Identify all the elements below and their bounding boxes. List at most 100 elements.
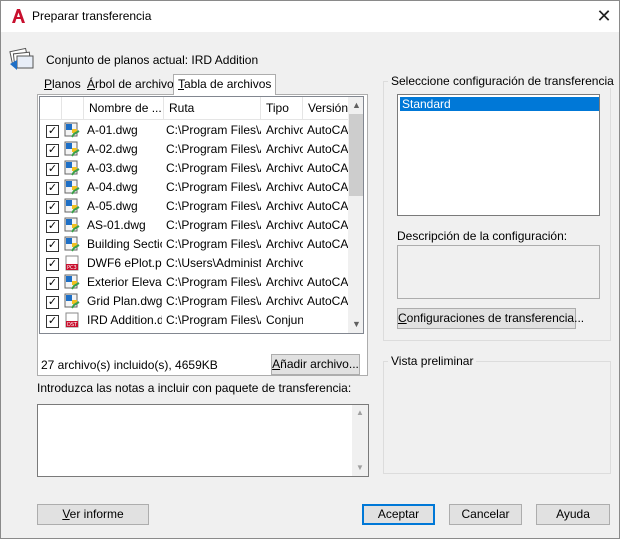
- close-button[interactable]: ✕: [589, 3, 619, 30]
- table-row[interactable]: ✓ A-02.dwg C:\Program Files\Au Archivo AutoC…: [40, 140, 348, 159]
- table-row[interactable]: ✓ A-05.dwg C:\Program Files\Au Archivo AutoC…: [40, 197, 348, 216]
- file-table[interactable]: Nombre de ... Ruta Tipo Versión ✓ A-01.dw…: [39, 96, 364, 334]
- include-checkbox[interactable]: ✓: [46, 315, 59, 328]
- cell-name: Grid Plan.dwg: [87, 294, 162, 308]
- cell-path: C:\Program Files\Au: [166, 237, 261, 251]
- cell-type: Archivo: [266, 123, 303, 137]
- cell-path: C:\Program Files\Au: [166, 142, 261, 156]
- include-checkbox[interactable]: ✓: [46, 258, 59, 271]
- table-row[interactable]: ✓ PC3 DWF6 ePlot.pc3 C:\Users\Administra Arc…: [40, 254, 348, 273]
- title-bar[interactable]: Preparar transferencia ✕: [1, 1, 619, 32]
- cell-version: AutoCAD: [307, 218, 348, 232]
- add-file-button[interactable]: Añadir archivo...: [271, 354, 360, 375]
- tab-arbol-label: rbol de archivos: [95, 77, 180, 91]
- cell-version: AutoCAD: [307, 180, 348, 194]
- include-checkbox[interactable]: ✓: [46, 163, 59, 176]
- include-checkbox[interactable]: ✓: [46, 296, 59, 309]
- include-checkbox[interactable]: ✓: [46, 239, 59, 252]
- dwg-sheet-icon: [64, 217, 80, 233]
- scroll-down-arrow-icon[interactable]: ▼: [348, 316, 363, 333]
- cell-type: Archivo: [266, 161, 303, 175]
- file-count-label: 27 archivo(s) incluido(s), 4659KB: [41, 358, 218, 372]
- notes-textarea[interactable]: ▲ ▼: [37, 404, 369, 477]
- cell-type: Archivo: [266, 275, 303, 289]
- cell-type: Archivo: [266, 218, 303, 232]
- header-icon-col: [62, 97, 84, 120]
- include-checkbox[interactable]: ✓: [46, 144, 59, 157]
- include-checkbox[interactable]: ✓: [46, 277, 59, 290]
- cell-version: [307, 311, 348, 330]
- dialog-window: Preparar transferencia ✕ Conjunto de pla…: [0, 0, 620, 539]
- notes-scrollbar[interactable]: ▲ ▼: [352, 405, 368, 476]
- dwg-sheet-icon: [64, 236, 80, 252]
- cell-version: AutoCAD: [307, 237, 348, 251]
- help-button[interactable]: Ayuda: [536, 504, 610, 525]
- cell-path: C:\Program Files\Au: [166, 313, 261, 327]
- cell-version: AutoCAD: [307, 142, 348, 156]
- config-item-standard[interactable]: Standard: [400, 97, 599, 111]
- transfer-configs-accesskey: C: [398, 311, 407, 325]
- accept-button[interactable]: Aceptar: [362, 504, 435, 525]
- tab-planos-label: lanos: [52, 77, 81, 91]
- transfer-configurations-button[interactable]: Configuraciones de transferencia...: [397, 308, 584, 329]
- pc3-file-icon: PC3: [64, 255, 80, 271]
- include-checkbox[interactable]: ✓: [46, 220, 59, 233]
- add-file-label: ñadir archivo...: [280, 357, 359, 371]
- table-row[interactable]: ✓ AS-01.dwg C:\Program Files\Au Archivo Auto…: [40, 216, 348, 235]
- include-checkbox[interactable]: ✓: [46, 201, 59, 214]
- include-checkbox[interactable]: ✓: [46, 182, 59, 195]
- tab-planos[interactable]: Planos: [39, 74, 86, 94]
- dwg-sheet-icon: [64, 160, 80, 176]
- notes-scroll-down-icon[interactable]: ▼: [352, 460, 368, 476]
- cell-name: DWF6 ePlot.pc3: [87, 256, 162, 270]
- tab-tabla-label: abla de archivos: [184, 77, 272, 91]
- cancel-button[interactable]: Cancelar: [449, 504, 522, 525]
- table-row[interactable]: ✓ A-01.dwg C:\Program Files\Au Archivo AutoC…: [40, 121, 348, 140]
- tab-arbol-de-archivos[interactable]: Árbol de archivos: [82, 74, 185, 94]
- cell-name: Building Section: [87, 237, 162, 251]
- cell-name: AS-01.dwg: [87, 218, 146, 232]
- notes-label: Introduzca las notas a incluir con paque…: [37, 381, 352, 395]
- cell-name: Exterior Elevatio: [87, 275, 162, 289]
- cell-type: Archivo: [266, 256, 303, 270]
- config-description-label: Descripción de la configuración:: [397, 229, 568, 243]
- cell-path: C:\Program Files\Au: [166, 275, 261, 289]
- view-report-label: er informe: [69, 507, 124, 521]
- cell-path: C:\Program Files\Au: [166, 123, 261, 137]
- cell-name: A-05.dwg: [87, 199, 138, 213]
- transfer-configs-label: onfiguraciones de transferencia...: [406, 311, 585, 325]
- tab-tabla-de-archivos[interactable]: Tabla de archivos: [173, 74, 277, 95]
- table-row[interactable]: ✓ A-03.dwg C:\Program Files\Au Archivo AutoC…: [40, 159, 348, 178]
- table-row[interactable]: ✓ A-04.dwg C:\Program Files\Au Archivo AutoC…: [40, 178, 348, 197]
- dwg-sheet-icon: [64, 293, 80, 309]
- cell-name: A-02.dwg: [87, 142, 138, 156]
- header-name[interactable]: Nombre de ...: [84, 97, 164, 120]
- table-row[interactable]: ✓ Exterior Elevatio C:\Program Files\Au Arc…: [40, 273, 348, 292]
- cell-type: Archivo: [266, 237, 303, 251]
- header-type[interactable]: Tipo: [261, 97, 303, 120]
- table-scrollbar[interactable]: ▲ ▼: [348, 97, 363, 333]
- scroll-thumb[interactable]: [349, 114, 363, 196]
- config-description-box: [397, 245, 600, 299]
- cell-version: AutoCAD: [307, 199, 348, 213]
- scroll-up-arrow-icon[interactable]: ▲: [348, 97, 363, 114]
- header-version[interactable]: Versión: [303, 97, 348, 120]
- cell-version: AutoCAD: [307, 161, 348, 175]
- cell-path: C:\Program Files\Au: [166, 199, 261, 213]
- table-row[interactable]: ✓ DST IRD Addition.dst C:\Program Files\Au C…: [40, 311, 348, 330]
- include-checkbox[interactable]: ✓: [46, 125, 59, 138]
- transfer-config-group-title: Seleccione configuración de transferenci…: [388, 74, 617, 88]
- table-row[interactable]: ✓ Building Section C:\Program Files\Au Arch…: [40, 235, 348, 254]
- add-file-accesskey: A: [272, 357, 281, 371]
- cell-path: C:\Program Files\Au: [166, 180, 261, 194]
- cell-version: AutoCAD: [307, 123, 348, 137]
- notes-scroll-up-icon[interactable]: ▲: [352, 405, 368, 421]
- view-report-button[interactable]: Ver informe: [37, 504, 149, 525]
- cell-name: A-01.dwg: [87, 123, 138, 137]
- transfer-config-list[interactable]: Standard: [397, 94, 600, 216]
- table-row[interactable]: ✓ Grid Plan.dwg C:\Program Files\Au Archivo…: [40, 292, 348, 311]
- header-path[interactable]: Ruta: [164, 97, 261, 120]
- view-report-accesskey: V: [62, 507, 70, 521]
- tab-planos-accesskey: P: [44, 77, 53, 91]
- cell-name: A-03.dwg: [87, 161, 138, 175]
